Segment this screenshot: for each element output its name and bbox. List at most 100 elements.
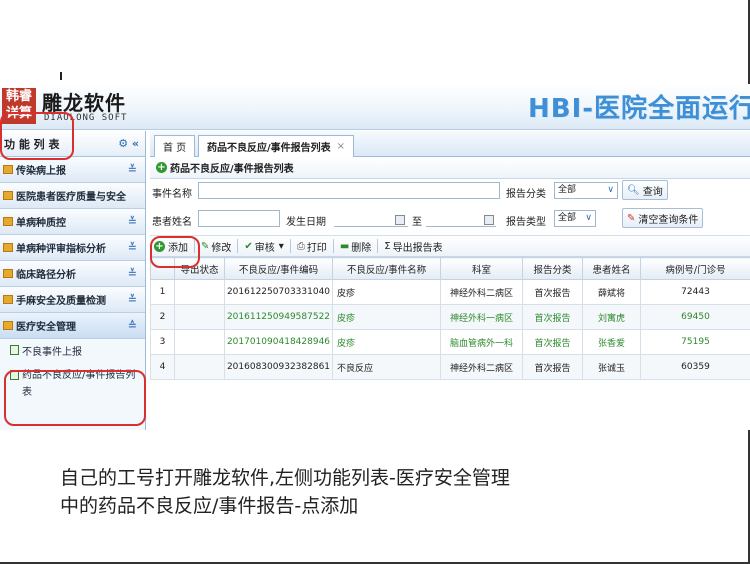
sidebar-subitem-adverse-event[interactable]: 不良事件上报 [0,339,145,361]
sidebar-item-quality-safety[interactable]: 医院患者医疗质量与安全 [0,183,145,209]
printer-icon: ⎙ [296,240,305,252]
table-row[interactable]: 3 20170109041842894​6 皮疹 脑血管病外一科 首次报告 张香… [150,329,750,355]
tab-label: 药品不良反应/事件报告列表 [207,143,331,154]
sidebar-item-label: 传染病上报 [16,166,66,177]
sidebar-subitem-label: 不良事件上报 [22,346,82,358]
tab-drug-reaction-list[interactable]: 药品不良反应/事件报告列表 × [198,135,355,157]
sidebar-item-single-disease[interactable]: 单病种质控 ≚ [0,209,145,235]
chevron-down-icon: ∨ [607,185,614,195]
cell-case-no: 60359 [640,354,750,380]
query-button[interactable]: 🔍︎ 查询 [622,180,668,200]
sidebar-item-review-indicators[interactable]: 单病种评审指标分析 ≚ [0,235,145,261]
folder-icon [3,321,13,330]
cell-status [174,304,225,330]
close-icon[interactable]: × [337,141,345,152]
occurrence-date-label: 发生日期 [286,217,326,228]
cell-category: 首次报告 [522,354,583,380]
caption-line-2: 中的药品不良反应/事件报告-点添加 [60,495,359,517]
table-row[interactable]: 4 20160830093238286​1 不良反应 神经外科二病区 首次报告 … [150,354,750,380]
cell-case-no: 69450 [640,304,750,330]
add-button[interactable]: + 添加 [154,239,188,254]
chevron-down-icon: ≚ [127,267,137,280]
report-type-value: 全部 [558,213,577,223]
report-category-select[interactable]: 全部 ∨ [554,182,618,199]
app-screenshot: 韩睿详算 雕龙软件 DIAOLONG SOFT HBI-医院全面运行管 功 能 … [0,84,750,430]
sidebar-item-infectious[interactable]: 传染病上报 ≚ [0,157,145,183]
column-header[interactable]: 不良反应/事件编码 [224,257,333,280]
chevron-up-icon: ≙ [127,319,137,332]
sidebar-item-label: 医院患者医疗质量与安全 [16,192,126,203]
sidebar-item-anesthesia[interactable]: 手麻安全及质量检测 ≚ [0,287,145,313]
cell-status [174,329,225,355]
clear-conditions-button[interactable]: ✎ 清空查询条件 [622,208,704,228]
cell-status [174,279,225,305]
cell-dept: 神经外科二病区 [440,279,523,305]
tab-home[interactable]: 首 页 [154,135,196,157]
column-header[interactable]: 导出状态 [174,257,225,280]
cursor-mark [60,72,62,80]
toolbar-divider [377,239,379,253]
clear-button-label: 清空查询条件 [638,214,699,226]
patient-name-label: 患者姓名 [152,217,192,228]
clear-icon: ✎ [627,212,636,224]
folder-icon [3,295,13,304]
tab-bar: 首 页 药品不良反应/事件报告列表 × [150,131,750,157]
chevron-down-icon: ∨ [585,213,592,223]
sidebar-item-medical-safety[interactable]: 医疗安全管理 ≙ [0,313,145,339]
export-button[interactable]: Σ 导出报告表 [384,239,442,254]
cell-case-no: 72443 [640,279,750,305]
add-button-label: 添加 [168,242,188,254]
report-type-select[interactable]: 全部 ∨ [554,210,596,227]
sidebar-item-clinical-path[interactable]: 临床路径分析 ≚ [0,261,145,287]
edit-button[interactable]: ✎ 修改 [201,239,231,254]
sidebar-subitem-label: 药品不良反应/事件报告列表 [22,370,136,398]
calendar-icon[interactable] [395,215,405,225]
table-row[interactable]: 2 20161125094958752​2 皮疹 神经外科一病区 首次报告 刘寓… [150,304,750,330]
folder-icon [3,269,13,278]
sidebar: 功 能 列 表 ⚙ « 传染病上报 ≚ 医院患者医疗质量与安全 单病种质控 ≚ … [0,131,146,430]
panel-title-text: 药品不良反应/事件报告列表 [170,164,294,175]
add-icon: + [154,240,165,252]
column-header[interactable]: 病例号/门诊号 [640,257,750,280]
sidebar-item-label: 手麻安全及质量检测 [16,296,106,307]
logo-title: 雕龙软件 [42,91,126,115]
patient-name-input[interactable] [198,210,280,227]
search-form: 事件名称 报告分类 全部 ∨ 🔍︎ 查询 患者姓名 发生日期 至 报告类型 全部… [150,179,750,235]
delete-button[interactable]: ▬ 删除 [340,239,371,254]
chevron-down-icon: ≚ [127,293,137,306]
export-button-label: 导出报告表 [392,242,443,254]
row-index: 4 [150,354,175,380]
logo-icon: 韩睿详算 [2,88,36,124]
review-button[interactable]: ✔ 审核 ▾ [244,239,283,254]
collapse-sidebar-icon[interactable]: ⚙ « [118,137,139,150]
cell-code: 20160830093238286​1 [224,354,333,380]
column-header[interactable]: 报告分类 [522,257,583,280]
chevron-down-icon: ≚ [127,163,137,176]
sidebar-header: 功 能 列 表 ⚙ « [0,131,145,157]
system-banner: HBI-医院全面运行管 [528,94,750,124]
cell-code: 20161125094958752​2 [224,304,333,330]
column-header[interactable]: 患者姓名 [582,257,641,280]
caption-line-1: 自己的工号打开雕龙软件,左侧功能列表-医疗安全管理 [60,467,510,489]
slide-caption: 自己的工号打开雕龙软件,左侧功能列表-医疗安全管理 中的药品不良反应/事件报告-… [60,464,700,520]
folder-icon [3,191,13,200]
row-index: 1 [150,279,175,305]
delete-button-label: 删除 [351,242,372,254]
toolbar-divider [332,239,334,253]
column-header[interactable]: 不良反应/事件名称 [332,257,441,280]
cell-dept: 神经外科二病区 [440,354,523,380]
pencil-icon: ✎ [201,240,210,252]
folder-icon [3,243,13,252]
table-row[interactable]: 1 20161225070333104​0 皮疹 神经外科二病区 首次报告 薛斌… [150,279,750,305]
chevron-down-icon: ≚ [127,241,137,254]
event-name-input[interactable] [198,182,500,199]
cell-case-no: 75195 [640,329,750,355]
calendar-icon[interactable] [484,215,494,225]
chevron-down-icon: ≚ [127,215,137,228]
sidebar-subitem-drug-reaction-list[interactable]: 药品不良反应/事件报告列表 [0,361,145,401]
cell-code: 20161225070333104​0 [224,279,333,305]
print-button[interactable]: ⎙ 打印 [297,239,327,254]
column-header[interactable]: 科室 [440,257,523,280]
cell-name: 皮疹 [332,329,441,355]
column-header [150,257,175,280]
